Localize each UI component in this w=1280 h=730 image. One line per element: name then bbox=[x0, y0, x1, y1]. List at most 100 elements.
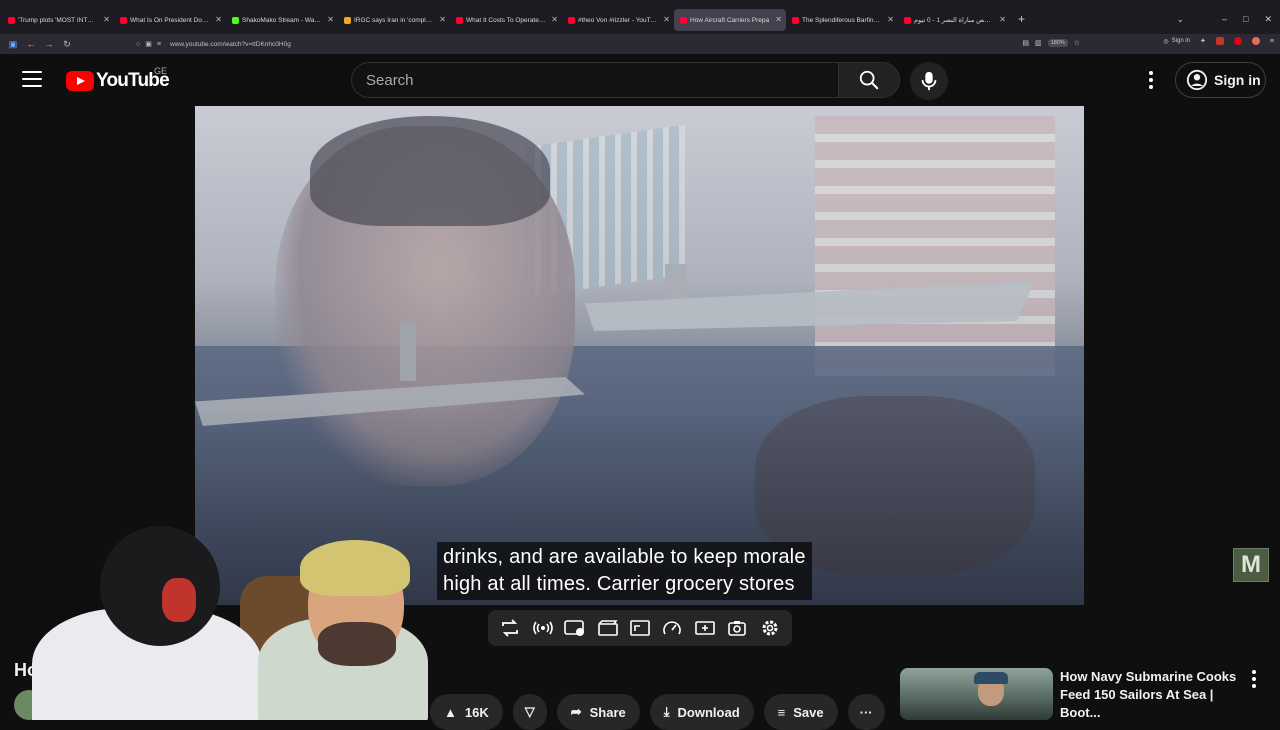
browser-tab[interactable]: #theo Von #rizzler - YouTube ✕ bbox=[562, 9, 674, 31]
close-tab-icon[interactable]: ✕ bbox=[663, 15, 670, 24]
browser-tab[interactable]: What It Costs To Operate A Un ✕ bbox=[450, 9, 562, 31]
sign-in-label: Sign in bbox=[1214, 72, 1261, 88]
extension-puzzle-icon[interactable]: ✦ bbox=[1200, 37, 1206, 45]
forward-icon[interactable]: → bbox=[40, 39, 58, 49]
close-tab-icon[interactable]: ✕ bbox=[327, 15, 334, 24]
search-input[interactable] bbox=[352, 63, 839, 97]
close-tab-icon[interactable]: ✕ bbox=[103, 15, 110, 24]
share-label: Share bbox=[589, 704, 626, 720]
video-filter-icon[interactable] bbox=[562, 615, 588, 641]
tab-title: The Splendiferous Barfing Cup bbox=[802, 16, 882, 24]
browser-tab[interactable]: 'Trump plots 'MOST INTENSE' c ✕ bbox=[2, 9, 114, 31]
tab-favicon-icon bbox=[904, 16, 911, 24]
close-window-icon[interactable]: ✕ bbox=[1264, 14, 1272, 25]
youtube-extension-icon[interactable] bbox=[1233, 37, 1242, 45]
url-text[interactable]: www.youtube.com/watch?v=ttDKnhc0H0g bbox=[170, 41, 291, 48]
thumbs-up-icon: ▲ bbox=[444, 704, 457, 720]
recommended-video-thumbnail[interactable] bbox=[900, 668, 1053, 720]
pip-icon[interactable]: ▤ bbox=[1022, 39, 1029, 47]
browser-tab-strip: 'Trump plots 'MOST INTENSE' c✕What Is On… bbox=[0, 0, 1280, 34]
browser-tab[interactable]: How Aircraft Carriers Prepa ✕ bbox=[674, 9, 786, 31]
zoom-level[interactable]: 180% bbox=[1047, 39, 1068, 47]
extension-icon[interactable] bbox=[1215, 37, 1224, 45]
close-tab-icon[interactable]: ✕ bbox=[775, 15, 782, 24]
tab-favicon-icon bbox=[232, 16, 239, 24]
browser-tab[interactable]: ملخص مباراة النصر 1 - 0 تيوم | ✕ bbox=[898, 9, 1010, 31]
audio-waves-icon[interactable] bbox=[530, 615, 556, 641]
close-tab-icon[interactable]: ✕ bbox=[215, 15, 222, 24]
tab-title: IRGC says Iran in 'complete con bbox=[354, 16, 434, 24]
lock-icon[interactable]: ▣ bbox=[145, 40, 152, 48]
extension-icon[interactable] bbox=[1251, 37, 1260, 45]
cinema-mode-icon[interactable] bbox=[595, 615, 621, 641]
window-controls: – □ ✕ bbox=[1222, 14, 1272, 25]
tab-title: What It Costs To Operate A Un bbox=[466, 16, 546, 24]
playback-speed-icon[interactable] bbox=[659, 615, 685, 641]
minimize-icon[interactable]: – bbox=[1222, 14, 1227, 25]
microphone-icon bbox=[921, 71, 937, 91]
more-actions-button[interactable]: ··· bbox=[847, 694, 885, 730]
search-box bbox=[351, 62, 839, 98]
bookmark-star-icon[interactable]: ☆ bbox=[1074, 39, 1080, 47]
share-button[interactable]: ➦ Share bbox=[556, 694, 640, 730]
close-tab-icon[interactable]: ✕ bbox=[999, 15, 1006, 24]
recommended-video-title[interactable]: How Navy Submarine Cooks Feed 150 Sailor… bbox=[1060, 668, 1250, 722]
fit-screen-icon[interactable] bbox=[627, 615, 653, 641]
reader-view-icon[interactable]: ▥ bbox=[1035, 39, 1042, 47]
youtube-header: YouTube GE Sign in bbox=[0, 54, 1280, 106]
sidebar-toggle-icon[interactable]: ▣ bbox=[4, 39, 22, 50]
recommended-more-icon[interactable] bbox=[1252, 670, 1256, 688]
loop-icon[interactable] bbox=[497, 615, 523, 641]
add-to-queue-icon[interactable] bbox=[692, 615, 718, 641]
save-playlist-icon: ≡ bbox=[777, 704, 786, 720]
tab-title: ملخص مباراة النصر 1 - 0 تيوم | bbox=[914, 17, 994, 24]
browser-tab[interactable]: ShakoMako Stream - Watch Liv ✕ bbox=[226, 9, 338, 31]
webcam-person-right-beard bbox=[318, 622, 396, 666]
new-tab-button[interactable]: + bbox=[1018, 12, 1025, 26]
close-tab-icon[interactable]: ✕ bbox=[439, 15, 446, 24]
tab-title: 'Trump plots 'MOST INTENSE' c bbox=[18, 16, 98, 24]
reload-icon[interactable]: ↻ bbox=[58, 39, 76, 50]
sign-in-button[interactable]: Sign in bbox=[1175, 62, 1266, 98]
headset-icon bbox=[162, 578, 196, 622]
search-button[interactable] bbox=[838, 62, 900, 98]
close-tab-icon[interactable]: ✕ bbox=[551, 15, 558, 24]
app-menu-icon[interactable]: ≡ bbox=[1270, 38, 1274, 45]
browser-tab[interactable]: The Splendiferous Barfing Cup ✕ bbox=[786, 9, 898, 31]
tab-favicon-icon bbox=[792, 16, 799, 24]
settings-menu-icon[interactable] bbox=[1140, 68, 1162, 92]
caption-line: drinks, and are available to keep morale bbox=[443, 546, 806, 568]
screenshot-camera-icon[interactable] bbox=[724, 615, 750, 641]
browser-tab[interactable]: IRGC says Iran in 'complete con ✕ bbox=[338, 9, 450, 31]
thumbs-down-icon: ▽ bbox=[524, 704, 535, 719]
thumbnail-cap bbox=[974, 672, 1008, 684]
caption-line: high at all times. Carrier grocery store… bbox=[443, 573, 795, 595]
account-icon: ◎ bbox=[1163, 38, 1169, 45]
dislike-button[interactable]: ▽ bbox=[512, 694, 547, 730]
url-bar[interactable]: ○ ▣ ≡ www.youtube.com/watch?v=ttDKnhc0H0… bbox=[136, 36, 1086, 52]
like-button[interactable]: ▲ 16K bbox=[430, 694, 503, 730]
more-label: ··· bbox=[859, 704, 873, 720]
tracking-shield-icon[interactable]: ○ bbox=[136, 41, 140, 48]
browser-tab[interactable]: What Is On President Donald Tr ✕ bbox=[114, 9, 226, 31]
extensions-toolbar: ◎ Sign in ✦ ≡ bbox=[1163, 37, 1274, 45]
close-tab-icon[interactable]: ✕ bbox=[887, 15, 894, 24]
permissions-icon[interactable]: ≡ bbox=[157, 41, 161, 48]
tab-title: #theo Von #rizzler - YouTube bbox=[578, 16, 658, 24]
account-sign-in[interactable]: ◎ Sign in bbox=[1163, 38, 1190, 45]
tab-favicon-icon bbox=[680, 16, 687, 24]
settings-gear-icon[interactable] bbox=[757, 615, 783, 641]
tab-favicon-icon bbox=[120, 16, 127, 24]
channel-watermark[interactable]: M bbox=[1233, 548, 1269, 582]
like-count: 16K bbox=[464, 704, 489, 720]
download-button[interactable]: ⤓ Download bbox=[649, 694, 754, 730]
list-all-tabs-icon[interactable]: ⌄ bbox=[1176, 14, 1184, 25]
save-button[interactable]: ≡ Save bbox=[763, 694, 838, 730]
maximize-icon[interactable]: □ bbox=[1243, 14, 1248, 25]
video-enhancer-toolbar bbox=[488, 610, 792, 646]
voice-search-button[interactable] bbox=[910, 62, 948, 100]
tab-title: What Is On President Donald Tr bbox=[130, 16, 210, 24]
search-icon bbox=[859, 70, 879, 90]
back-icon[interactable]: ← bbox=[22, 39, 40, 49]
guide-menu-icon[interactable] bbox=[22, 71, 42, 87]
